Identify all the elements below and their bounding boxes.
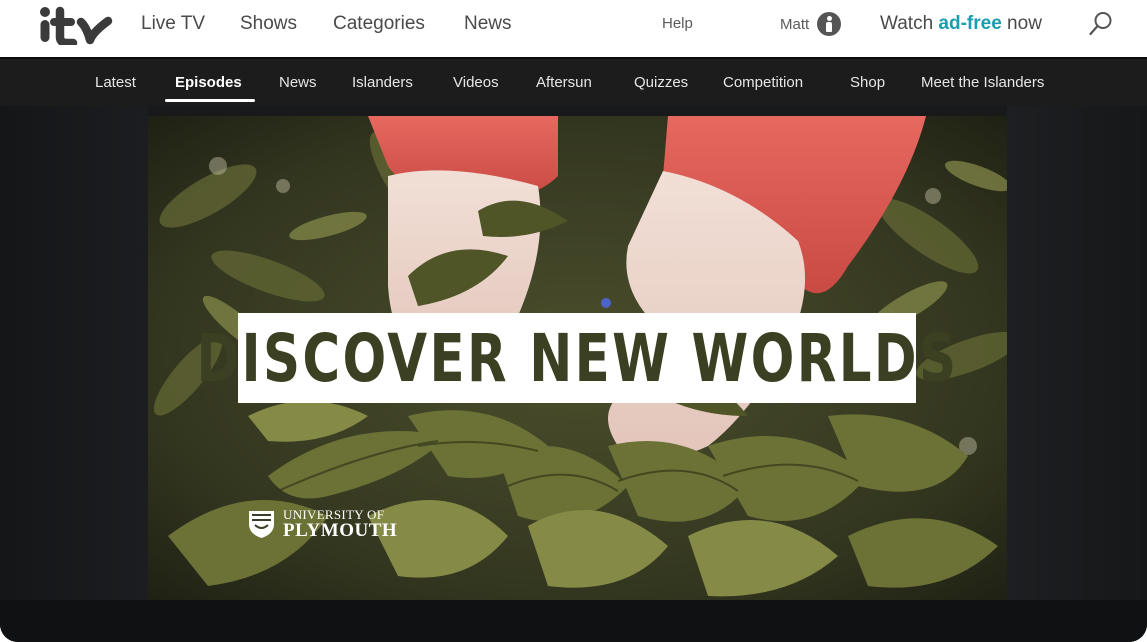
tab-episodes[interactable]: Episodes <box>175 74 242 91</box>
tab-videos[interactable]: Videos <box>453 74 499 91</box>
adfree-suffix: now <box>1001 13 1042 34</box>
sponsor-wordmark: UNIVERSITY OF PLYMOUTH <box>283 508 397 540</box>
stage-left-panel <box>0 106 148 642</box>
watch-ad-free-link[interactable]: Watch ad-free now <box>880 13 1042 35</box>
nav-news[interactable]: News <box>464 13 512 35</box>
show-sub-navigation: Latest Episodes News Islanders Videos Af… <box>0 57 1147 106</box>
nav-categories[interactable]: Categories <box>333 13 425 35</box>
tab-islanders[interactable]: Islanders <box>352 74 413 91</box>
headline-banner: DISCOVER NEW WORLDS <box>196 313 956 403</box>
sponsor-line-2: PLYMOUTH <box>283 520 398 541</box>
search-icon[interactable] <box>1088 10 1114 38</box>
adfree-prefix: Watch <box>880 13 939 34</box>
top-navigation-bar: itv Live TV Shows Categories News Help M… <box>0 0 1147 52</box>
active-tab-indicator <box>165 99 255 102</box>
tab-aftersun[interactable]: Aftersun <box>536 74 592 91</box>
user-avatar-icon <box>817 12 842 36</box>
stage-bottom-strip <box>0 600 1147 642</box>
tab-shop[interactable]: Shop <box>850 74 885 91</box>
user-account-button[interactable]: Matt <box>780 12 842 36</box>
itv-logo[interactable]: itv <box>38 5 114 45</box>
stage-right-panel <box>1007 106 1147 642</box>
nav-shows[interactable]: Shows <box>240 13 297 35</box>
tab-meet-the-islanders[interactable]: Meet the Islanders <box>921 74 1044 91</box>
tab-competition[interactable]: Competition <box>723 74 803 91</box>
tab-quizzes[interactable]: Quizzes <box>634 74 688 91</box>
tab-news[interactable]: News <box>279 74 317 91</box>
help-link[interactable]: Help <box>662 15 693 32</box>
sponsor-logo: UNIVERSITY OF PLYMOUTH <box>248 508 397 540</box>
nav-live-tv[interactable]: Live TV <box>141 13 205 35</box>
university-crest-icon <box>249 511 274 538</box>
headline-text: DISCOVER NEW WORLDS <box>196 319 958 397</box>
tab-latest[interactable]: Latest <box>95 74 136 91</box>
video-player[interactable]: DISCOVER NEW WORLDS UNIVERSITY OF PLYMOU… <box>148 116 1007 600</box>
video-stage: DISCOVER NEW WORLDS UNIVERSITY OF PLYMOU… <box>0 106 1147 642</box>
user-name: Matt <box>780 15 810 33</box>
adfree-accent: ad-free <box>938 13 1002 34</box>
